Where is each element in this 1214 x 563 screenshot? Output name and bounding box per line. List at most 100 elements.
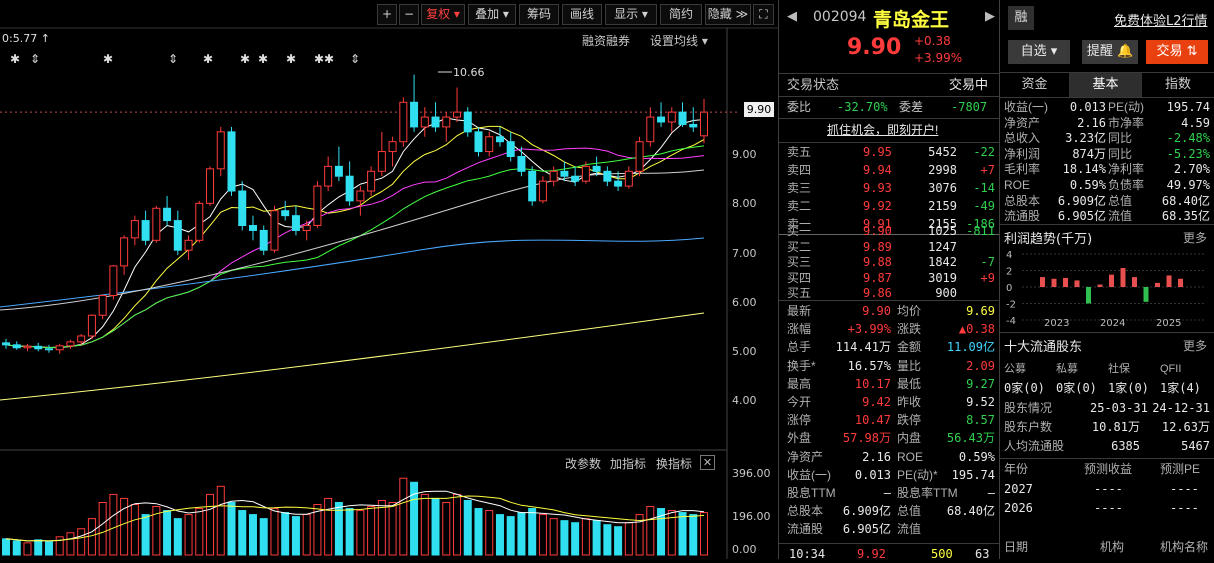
holder-row-value: 12.63万 — [1161, 420, 1210, 434]
kline-chart[interactable]: 10.66 — [0, 0, 778, 559]
volume-bar — [98, 501, 107, 556]
event-marker[interactable]: ✱ — [240, 52, 250, 66]
holder-row-label: 人均流通股 — [1004, 439, 1065, 453]
event-marker[interactable]: ✱ — [258, 52, 268, 66]
next-stock-icon[interactable]: ▶ — [985, 9, 995, 24]
prev-stock-icon[interactable]: ◀ — [787, 9, 797, 24]
alert-button[interactable]: 提醒 🔔 — [1082, 40, 1138, 64]
candle-body — [141, 220, 150, 241]
profit-more-link[interactable]: 更多 — [1183, 229, 1207, 246]
quote-panel: ◀ 002094 青岛金王 ▶ 9.90 +0.38 +3.99% 交易状态 交… — [778, 0, 1000, 561]
trade-button[interactable]: 交易 ⇅ — [1146, 40, 1208, 64]
bottom-label: 日期 — [1004, 540, 1029, 554]
open-account-link[interactable]: 抓住机会，即刻开户! — [827, 121, 938, 139]
profit-y-tick: 4 — [1006, 250, 1012, 261]
candle-body — [216, 131, 225, 170]
event-marker[interactable]: ✱ — [203, 52, 213, 66]
candle-body — [238, 190, 247, 227]
candle-body — [259, 229, 268, 251]
stat-value: 10.47 — [854, 413, 891, 428]
holder-row-value: 6385 — [1111, 439, 1140, 453]
tab-index[interactable]: 指数 — [1142, 73, 1214, 97]
holder-head: 社保 — [1108, 363, 1130, 375]
stat-value: 0.013 — [854, 467, 891, 482]
candle-body — [399, 101, 408, 143]
candle-body — [560, 170, 569, 177]
zoom-in-button[interactable]: + — [377, 4, 397, 25]
stat-label: 总值 — [897, 504, 922, 519]
stat-value: 195.74 — [951, 467, 995, 482]
volume-bar — [356, 510, 365, 556]
event-marker[interactable]: ✱ — [103, 52, 113, 66]
l2-trial-link[interactable]: 免费体验L2行情 — [1114, 10, 1208, 29]
close-icon[interactable]: ✕ — [700, 455, 715, 470]
candle-body — [77, 335, 86, 343]
stat-value — [929, 520, 995, 538]
candle-body — [248, 225, 257, 231]
draw-line-button[interactable]: 画线 — [562, 4, 602, 25]
profit-bar — [1143, 287, 1149, 302]
add-indicator-link[interactable]: 加指标 — [610, 455, 646, 472]
profit-year-label: 2025 — [1156, 318, 1181, 329]
candle-body — [2, 342, 10, 346]
edit-params-link[interactable]: 改参数 — [565, 455, 601, 472]
ask-label: 卖五 — [787, 145, 812, 159]
stat-value: 9.27 — [966, 376, 995, 391]
ask-price: 9.93 — [863, 181, 892, 195]
ma5-line — [5, 117, 705, 349]
candle-body — [689, 123, 698, 128]
volume-bar — [184, 514, 193, 556]
stat-value: +3.99% — [847, 322, 891, 337]
tab-basic[interactable]: 基本 — [1070, 73, 1142, 97]
volume-bar — [87, 518, 96, 556]
forecast-cell: ---- — [1170, 482, 1199, 496]
bottom-label: 机构 — [1100, 540, 1125, 554]
volume-bar — [603, 524, 612, 556]
profit-bar — [1063, 277, 1068, 287]
chips-button[interactable]: 筹码 — [519, 4, 559, 25]
ask-volume: 3076 — [928, 181, 957, 195]
volume-bar — [377, 499, 386, 556]
hide-button[interactable]: 隐藏 ≫ — [705, 4, 751, 25]
switch-indicator-link[interactable]: 换指标 — [656, 455, 692, 472]
stat-label: 涨幅 — [787, 322, 812, 337]
stat-value: 0.59% — [958, 449, 995, 464]
ma-settings-link[interactable]: 设置均线 ▾ — [650, 32, 708, 49]
event-marker[interactable]: ✱✱ — [314, 52, 334, 66]
candle-body — [635, 141, 644, 172]
tab-fund-flow[interactable]: 资金 — [1000, 73, 1070, 97]
event-marker[interactable]: ✱ — [286, 52, 296, 66]
alert-label: 提醒 — [1086, 44, 1113, 59]
top-holders-title: 十大流通股东 — [1004, 340, 1083, 355]
candle-body — [195, 202, 204, 241]
display-button[interactable]: 显示 ▾ — [605, 4, 657, 25]
overlay-button[interactable]: 叠加 ▾ — [468, 4, 516, 25]
fuquan-button[interactable]: 复权 ▾ — [421, 4, 465, 25]
event-marker[interactable]: ⇕ — [30, 52, 40, 66]
fund-value: 6.905亿 — [1057, 209, 1106, 224]
volume-bar — [77, 528, 86, 556]
simple-button[interactable]: 简约 — [660, 4, 702, 25]
candle-body — [420, 116, 429, 128]
holder-head: QFII — [1160, 363, 1182, 375]
zoom-out-button[interactable]: − — [399, 4, 419, 25]
candle-body — [453, 111, 462, 118]
stat-label: 换手* — [787, 358, 816, 373]
hide-label: 隐藏 — [707, 7, 732, 21]
peak-label: 10.66 — [453, 66, 485, 79]
margin-trading-link[interactable]: 融资融券 — [582, 32, 630, 49]
holder-row-value: 24-12-31 — [1152, 401, 1210, 415]
tick-price: 9.92 — [857, 547, 886, 561]
status-value: 交易中 — [949, 77, 989, 92]
expand-icon[interactable]: ⛶ — [753, 4, 774, 25]
watchlist-button[interactable]: 自选 ▾ — [1008, 40, 1070, 64]
candle-body — [431, 116, 440, 128]
volume-bar — [528, 508, 537, 556]
event-marker[interactable]: ⇕ — [168, 52, 178, 66]
forecast-head: 预测PE — [1160, 462, 1201, 476]
holders-more-link[interactable]: 更多 — [1183, 337, 1207, 354]
event-marker[interactable]: ✱ — [10, 52, 20, 66]
event-marker[interactable]: ⇕ — [350, 52, 360, 66]
kline-chart-panel[interactable]: 10.66 + − 复权 ▾ 叠加 ▾ 筹码 画线 显示 ▾ 简约 隐藏 ≫ ⛶… — [0, 0, 778, 559]
stat-label: 昨收 — [897, 395, 922, 409]
